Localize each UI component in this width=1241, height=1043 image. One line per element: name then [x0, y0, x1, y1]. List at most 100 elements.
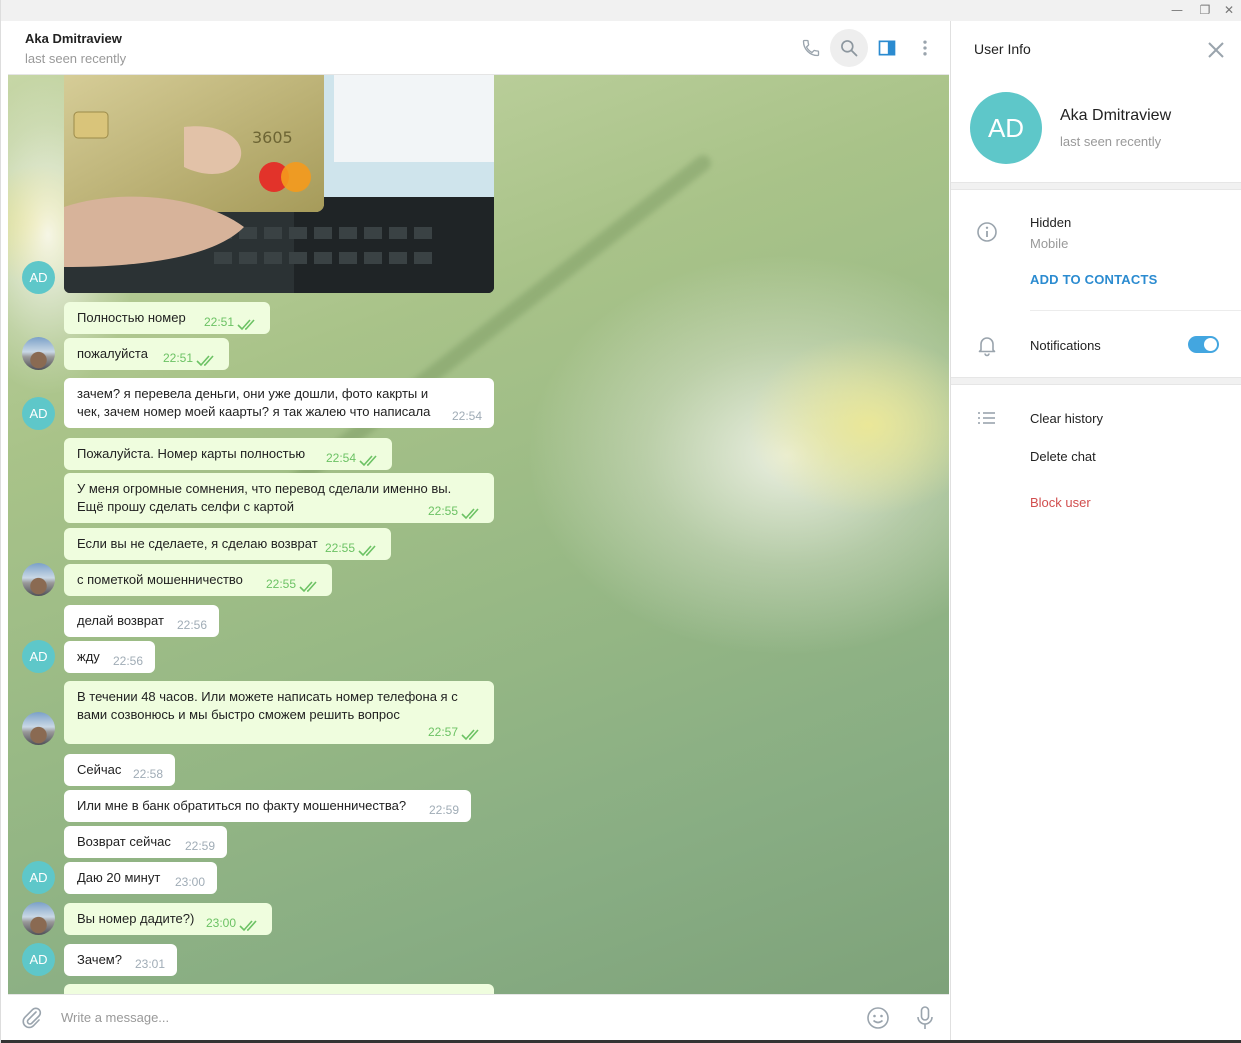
contact-avatar[interactable]: AD [22, 861, 55, 894]
message-bubble[interactable]: Или мне в банк обратиться по факту мошен… [64, 790, 471, 822]
section-divider [951, 377, 1241, 385]
chat-title[interactable]: Aka Dmitraview [25, 31, 122, 46]
title-bar: — ❐ ✕ [1, 0, 1241, 21]
chat-status: last seen recently [25, 51, 127, 66]
contact-avatar[interactable]: AD [22, 397, 55, 430]
my-avatar[interactable] [22, 337, 55, 370]
message-text: В течении 48 часов. Или можете написать … [77, 689, 458, 722]
message-time: 22:51 [203, 315, 234, 329]
search-icon[interactable] [830, 29, 868, 67]
message-time: 22:55 [427, 504, 458, 518]
phone-label: Mobile [1030, 236, 1069, 251]
message-time: 22:51 [162, 351, 193, 365]
message-bubble[interactable]: Сейчас 22:58 [64, 754, 175, 786]
message-bubble[interactable]: Возврат сейчас 22:59 [64, 826, 227, 858]
message-text: Если вы не сделаете, я сделаю возврат [77, 536, 318, 551]
message-time: 22:54 [325, 451, 356, 465]
message-input[interactable]: Write a message... [61, 1010, 169, 1025]
message-text: зачем? я перевела деньги, они уже дошли,… [77, 386, 431, 419]
contact-avatar[interactable]: AD [22, 261, 55, 294]
sidebar-toggle-icon[interactable] [868, 29, 906, 67]
message-time: 22:55 [265, 577, 296, 591]
read-ticks-icon [461, 508, 479, 520]
message-bubble[interactable]: Пожалуйста. Номер карты полностью 22:54 [64, 438, 392, 470]
close-panel-icon[interactable] [1205, 39, 1227, 61]
read-ticks-icon [196, 355, 214, 367]
contact-avatar[interactable]: AD [22, 640, 55, 673]
message-bubble[interactable]: пожалуйста 22:51 [64, 338, 229, 370]
message-time: 22:55 [324, 541, 355, 555]
notifications-toggle[interactable] [1188, 336, 1219, 353]
clear-history-button[interactable]: Clear history [1030, 411, 1103, 426]
message-text: делай возврат [77, 613, 164, 628]
read-ticks-icon [239, 920, 257, 932]
contact-avatar[interactable]: AD [22, 943, 55, 976]
message-time: 22:56 [176, 618, 207, 632]
message-bubble[interactable]: Полностью номер 22:51 [64, 302, 270, 334]
message-time: 23:00 [205, 916, 236, 930]
message-bubble[interactable]: В течении 48 часов. Или можете написать … [64, 681, 494, 744]
card-number-fragment: 3605 [252, 128, 293, 147]
phone-value: Hidden [1030, 215, 1072, 230]
message-text: Зачем? [77, 952, 122, 967]
message-text: Пожалуйста. Номер карты полностью [77, 446, 306, 461]
message-bubble[interactable]: Если вы не сделаете, я сделаю возврат 22… [64, 528, 391, 560]
photo-message[interactable]: 3605 [64, 75, 494, 293]
message-bubble[interactable]: делай возврат 22:56 [64, 605, 219, 637]
my-avatar[interactable] [22, 563, 55, 596]
message-time: 22:59 [184, 839, 215, 853]
message-time: 22:56 [112, 654, 143, 668]
my-avatar[interactable] [22, 902, 55, 935]
read-ticks-icon [237, 319, 255, 331]
bell-icon [975, 333, 999, 357]
message-text: Полностью номер [77, 310, 186, 325]
message-text: жду [77, 649, 100, 664]
panel-title: User Info [974, 41, 1031, 57]
emoji-icon[interactable] [866, 1006, 890, 1030]
add-to-contacts-button[interactable]: ADD TO CONTACTS [1030, 272, 1157, 287]
block-user-button[interactable]: Block user [1030, 495, 1091, 510]
delete-chat-button[interactable]: Delete chat [1030, 449, 1096, 464]
message-bubble[interactable]: с пометкой мошенничество 22:55 [64, 564, 332, 596]
message-text: с пометкой мошенничество [77, 572, 243, 587]
message-bubble[interactable]: жду 22:56 [64, 641, 155, 673]
message-text: Даю 20 минут [77, 870, 161, 885]
telegram-window: — ❐ ✕ Aka Dmitraview last seen recently [0, 0, 1241, 1043]
section-divider [951, 182, 1241, 190]
profile-avatar[interactable]: AD [970, 92, 1042, 164]
notifications-label: Notifications [1030, 338, 1101, 353]
close-window-button[interactable]: ✕ [1217, 2, 1241, 19]
message-bubble[interactable]: Вы номер дадите?) 23:00 [64, 903, 272, 935]
message-composer: Write a message... [8, 994, 949, 1040]
message-time: 23:01 [134, 957, 165, 971]
message-bubble[interactable]: Зачем? 23:01 [64, 944, 177, 976]
profile-status: last seen recently [1060, 134, 1162, 149]
user-info-panel: User Info AD Aka Dmitraview last seen re… [950, 21, 1241, 1043]
message-text: Сейчас [77, 762, 122, 777]
my-avatar[interactable] [22, 712, 55, 745]
message-bubble[interactable]: зачем? я перевела деньги, они уже дошли,… [64, 378, 494, 428]
message-bubble-partial[interactable] [64, 984, 494, 994]
message-text: пожалуйста [77, 346, 148, 361]
maximize-button[interactable]: ❐ [1193, 2, 1217, 19]
microphone-icon[interactable] [913, 1005, 937, 1031]
phone-icon[interactable] [792, 29, 830, 67]
message-bubble[interactable]: У меня огромные сомнения, что перевод сд… [64, 473, 494, 523]
chat-history[interactable]: 3605 AD Полностью номер 22:51 пожалуйста… [8, 75, 949, 994]
attach-icon[interactable] [20, 1006, 44, 1030]
info-icon [975, 220, 999, 244]
chat-header: Aka Dmitraview last seen recently [8, 21, 949, 75]
read-ticks-icon [299, 581, 317, 593]
read-ticks-icon [461, 729, 479, 741]
message-bubble[interactable]: Даю 20 минут 23:00 [64, 862, 217, 894]
toggle-knob [1204, 338, 1217, 351]
minimize-button[interactable]: — [1165, 2, 1189, 19]
message-time: 23:00 [174, 875, 205, 889]
message-time: 22:57 [427, 725, 458, 739]
read-ticks-icon [359, 455, 377, 467]
message-time: 22:59 [428, 803, 459, 817]
message-text: Вы номер дадите?) [77, 911, 195, 926]
message-text: Или мне в банк обратиться по факту мошен… [77, 798, 407, 813]
more-icon[interactable] [906, 29, 944, 67]
message-text: Возврат сейчас [77, 834, 171, 849]
